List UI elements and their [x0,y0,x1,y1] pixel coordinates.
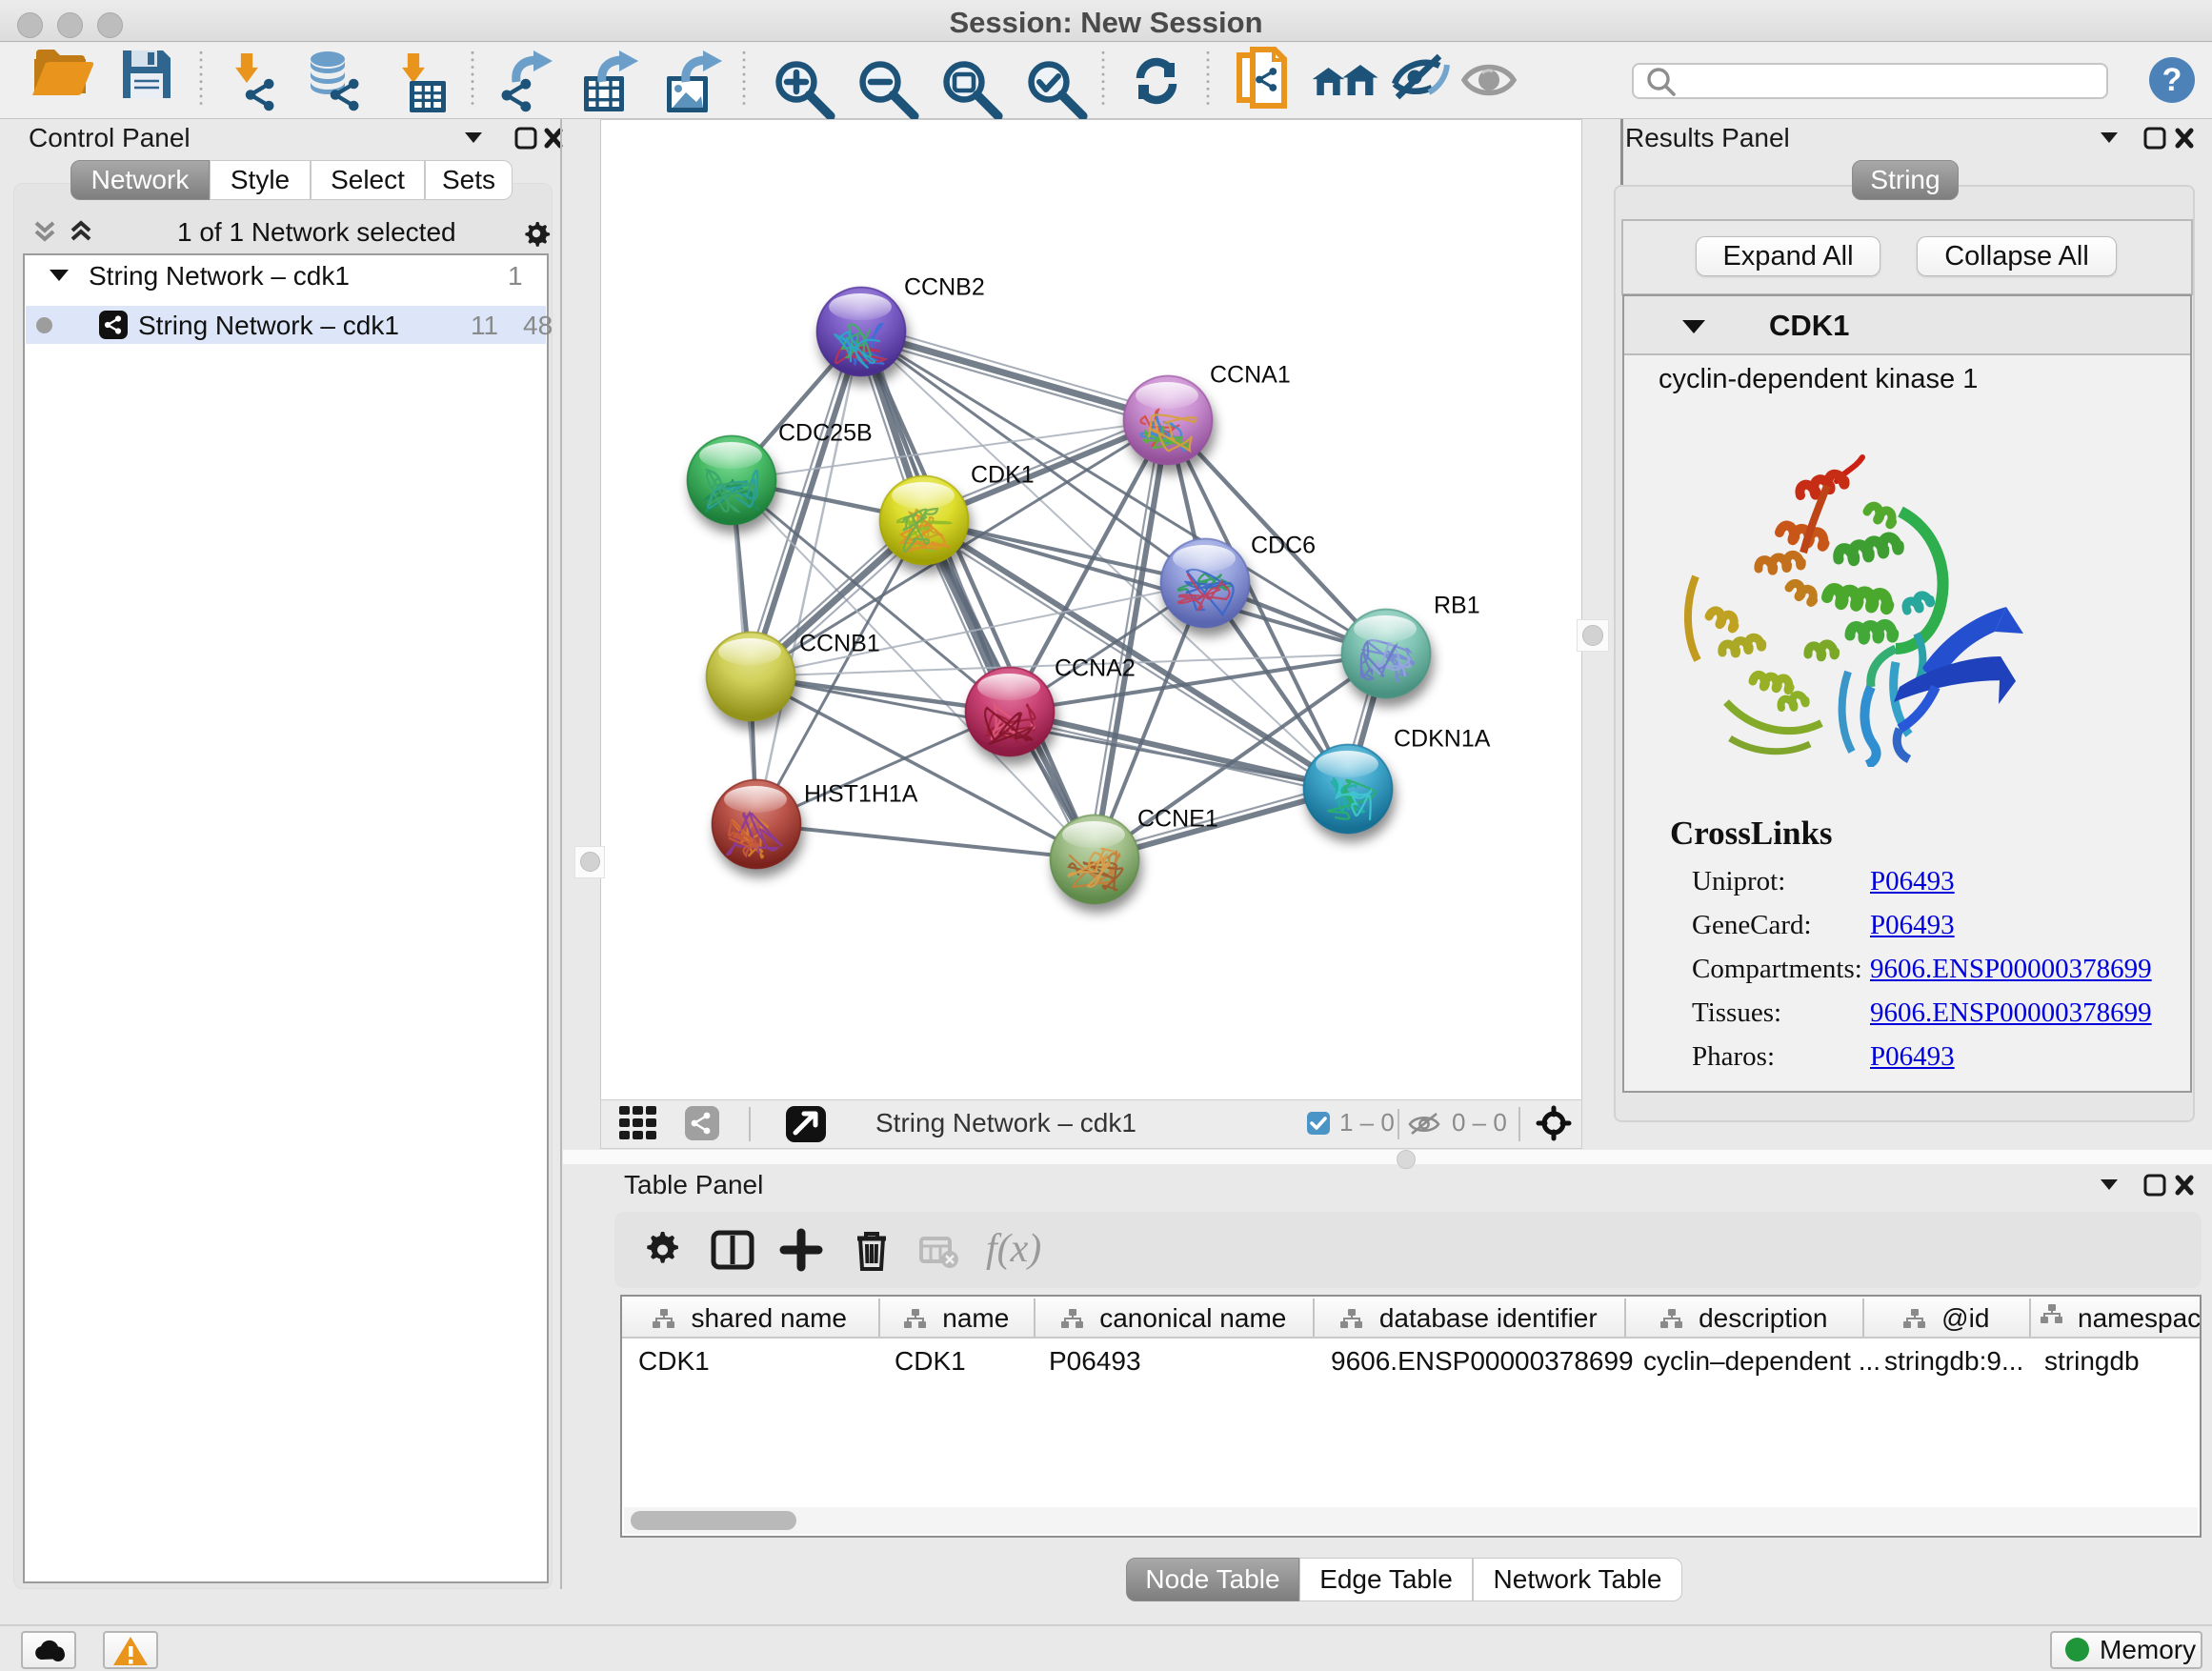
svg-text:CDC25B: CDC25B [778,420,873,447]
svg-text:CCNE1: CCNE1 [1137,806,1218,833]
svg-text:f(x): f(x) [986,1227,1041,1271]
svg-text:?: ? [2162,62,2182,98]
svg-text:CCNB2: CCNB2 [904,274,985,301]
svg-text:CDKN1A: CDKN1A [1394,726,1491,753]
svg-text:CCNA1: CCNA1 [1210,362,1291,389]
svg-text:1 – 0: 1 – 0 [1339,1108,1395,1137]
svg-text:CDK1: CDK1 [971,462,1035,489]
svg-text:CCNA2: CCNA2 [1055,655,1136,682]
svg-text:0 – 0: 0 – 0 [1452,1108,1507,1137]
svg-text:HIST1H1A: HIST1H1A [804,781,918,808]
svg-text:CDC6: CDC6 [1251,533,1316,559]
svg-text:CCNB1: CCNB1 [799,631,880,657]
svg-text:RB1: RB1 [1434,593,1480,619]
